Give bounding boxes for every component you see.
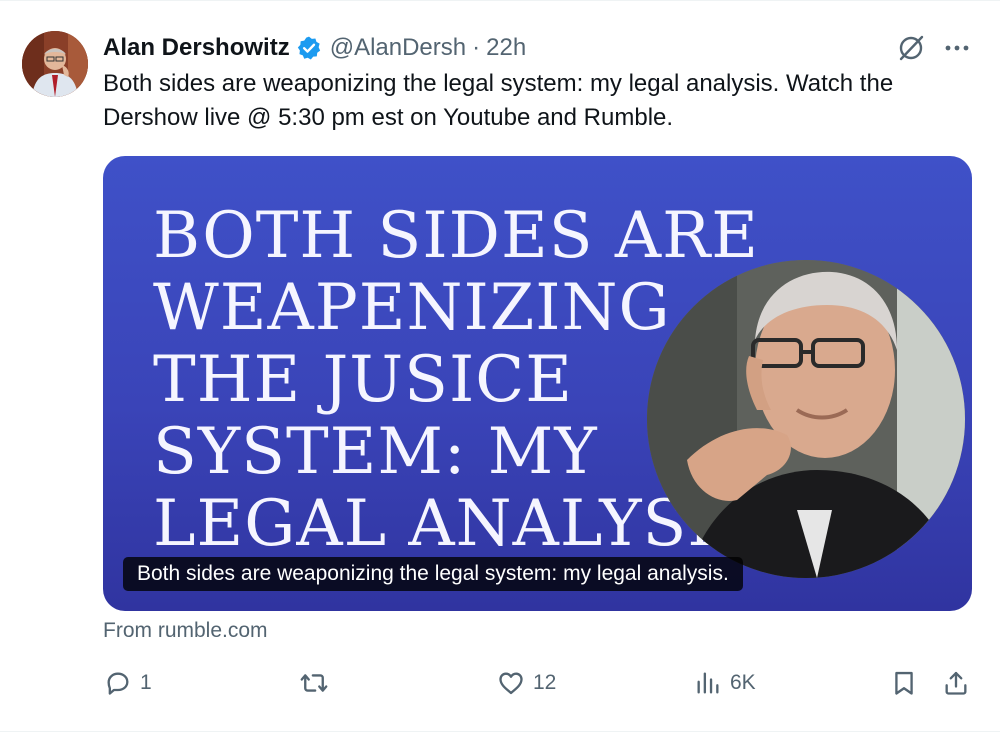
verified-badge-icon[interactable]	[296, 35, 322, 61]
portrait-photo	[647, 260, 965, 578]
reply-button[interactable]: 1	[104, 665, 152, 701]
card-caption: Both sides are weaponizing the legal sys…	[123, 557, 743, 591]
tweet-header: Alan Dershowitz @AlanDersh · 22h	[103, 33, 526, 63]
reply-icon	[107, 672, 129, 695]
tweet[interactable]: Alan Dershowitz @AlanDersh · 22h Both si…	[0, 0, 1000, 732]
like-button[interactable]: 12	[497, 665, 556, 701]
card-source[interactable]: From rumble.com	[103, 619, 268, 643]
timestamp[interactable]: 22h	[486, 34, 526, 62]
bookmark-icon	[895, 671, 913, 695]
more-icon[interactable]	[942, 35, 972, 61]
views-button[interactable]: 6K	[694, 665, 756, 701]
action-bar: 1 12 6K	[0, 665, 1000, 701]
author-name[interactable]: Alan Dershowitz	[103, 34, 290, 62]
card-title-line: BOTH SIDES ARE	[153, 199, 759, 273]
views-chart-icon	[697, 672, 719, 694]
views-count: 6K	[730, 671, 756, 694]
author-handle[interactable]: @AlanDersh	[330, 34, 466, 62]
share-icon	[945, 671, 967, 695]
bookmark-button[interactable]	[890, 665, 918, 701]
grok-icon[interactable]	[896, 33, 926, 63]
tweet-text: Both sides are weaponizing the legal sys…	[103, 70, 894, 131]
share-button[interactable]	[942, 665, 970, 701]
repost-icon	[300, 674, 328, 692]
link-card[interactable]: BOTH SIDES ARE WEAPENIZING THE JUSICE SY…	[103, 156, 972, 611]
separator-dot: ·	[472, 34, 481, 61]
like-count: 12	[533, 671, 557, 694]
heart-icon	[499, 672, 523, 695]
avatar[interactable]	[22, 31, 88, 97]
reply-count: 1	[140, 671, 152, 694]
repost-button[interactable]	[300, 665, 336, 701]
